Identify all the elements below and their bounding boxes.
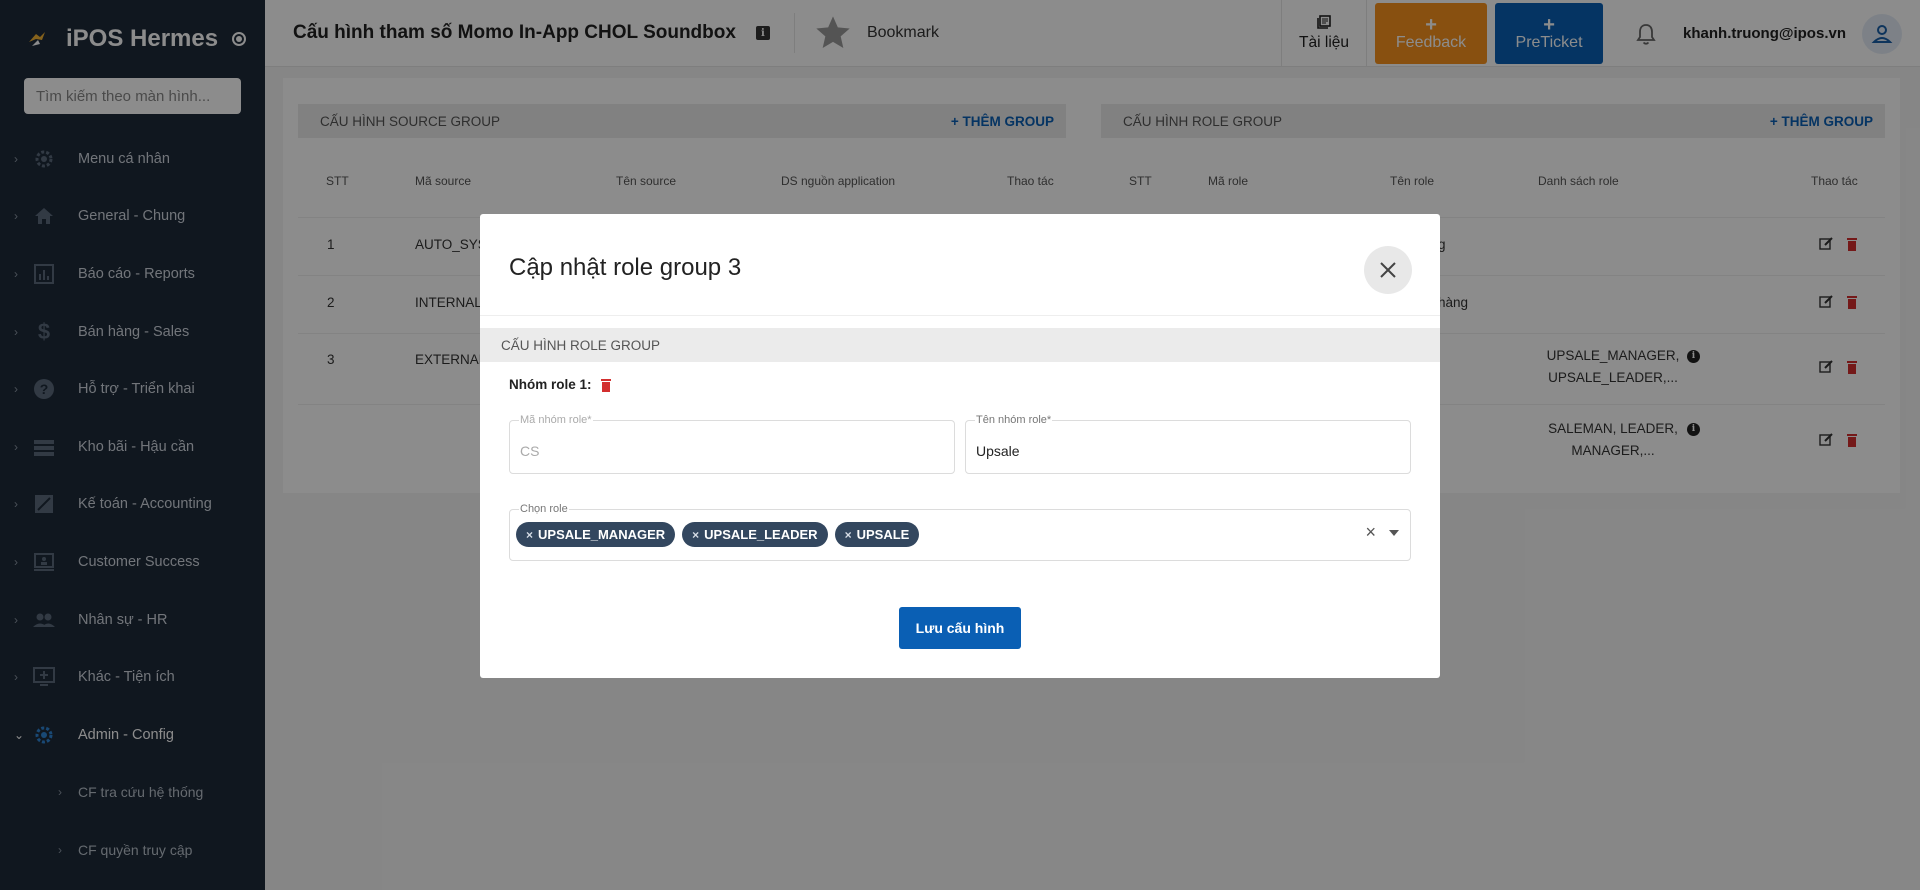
role-select-label: Chọn role — [519, 503, 569, 515]
role-select[interactable]: Chọn role × UPSALE_MANAGER × UPSALE_LEADER… — [509, 503, 1411, 561]
role-name-field[interactable]: Tên nhóm role* Upsale — [965, 414, 1411, 474]
select-tools: × — [1365, 522, 1400, 543]
role-name-label: Tên nhóm role* — [975, 414, 1053, 426]
role-group-label: Nhóm role 1: — [509, 377, 612, 392]
role-chip: × UPSALE_MANAGER — [516, 522, 676, 547]
modal-title: Cập nhật role group 3 — [509, 254, 742, 281]
role-group-name: Nhóm role 1: — [509, 377, 592, 392]
modal-divider — [480, 315, 1440, 316]
role-code-value: CS — [520, 443, 540, 459]
close-icon — [1380, 262, 1396, 278]
role-chip: × UPSALE_LEADER — [682, 522, 828, 547]
save-config-button[interactable]: Lưu cấu hình — [899, 607, 1021, 649]
remove-chip-icon[interactable]: × — [526, 528, 533, 542]
modal-section-title: CẤU HÌNH ROLE GROUP — [501, 337, 661, 353]
role-chip-label: UPSALE — [856, 527, 910, 542]
dropdown-arrow-icon[interactable] — [1388, 529, 1400, 537]
role-name-value: Upsale — [976, 443, 1020, 459]
role-chip-label: UPSALE_MANAGER — [538, 527, 666, 542]
remove-chip-icon[interactable]: × — [845, 528, 852, 542]
selected-roles: × UPSALE_MANAGER × UPSALE_LEADER × UPSALE — [516, 522, 920, 547]
role-chip-label: UPSALE_LEADER — [704, 527, 818, 542]
role-chip: × UPSALE — [834, 522, 920, 547]
role-code-field: Mã nhóm role* CS — [509, 414, 955, 474]
update-role-group-modal: Cập nhật role group 3 CẤU HÌNH ROLE GROU… — [480, 214, 1440, 678]
clear-icon[interactable]: × — [1365, 522, 1376, 543]
close-button[interactable] — [1364, 246, 1412, 294]
role-code-label: Mã nhóm role* — [519, 414, 593, 426]
trash-icon[interactable] — [600, 378, 612, 392]
modal-section-header: CẤU HÌNH ROLE GROUP — [480, 328, 1440, 362]
remove-chip-icon[interactable]: × — [692, 528, 699, 542]
